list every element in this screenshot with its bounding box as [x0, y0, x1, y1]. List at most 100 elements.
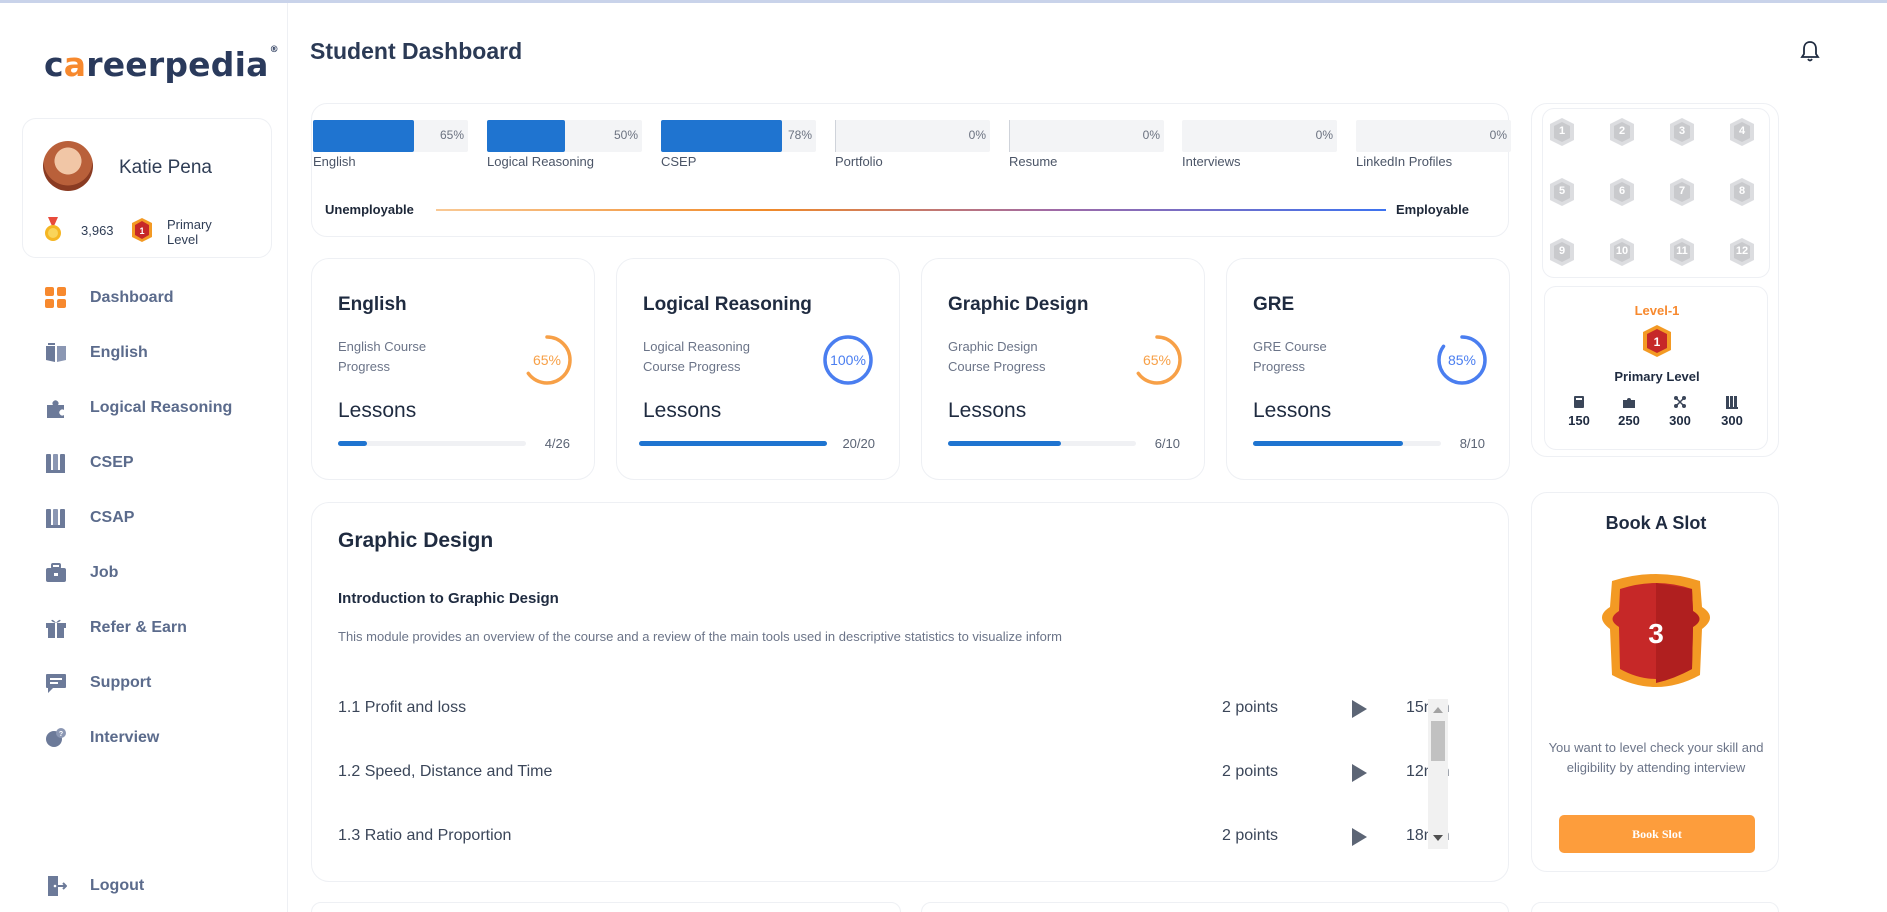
lessons-label: Lessons — [948, 399, 1027, 422]
play-icon[interactable] — [1350, 827, 1368, 847]
level-grid-badge[interactable]: 5 — [1547, 177, 1577, 207]
progress-label: Resume — [1009, 154, 1058, 169]
level-3-badge-icon: 3 — [1602, 574, 1710, 687]
lessons-progress-track — [338, 441, 526, 446]
course-title: GRE — [1253, 294, 1295, 315]
sidebar-item-interview[interactable]: ? Interview — [44, 723, 274, 753]
scroll-up-arrow[interactable] — [1433, 707, 1443, 713]
progress-track: 50% — [487, 120, 642, 152]
employability-progress-panel: 65% English 50% Logical Reasoning 78% CS… — [311, 103, 1511, 237]
level-grid-badge[interactable]: 12 — [1727, 237, 1757, 267]
book-slot-button[interactable]: Book Slot — [1559, 815, 1755, 853]
level-grid-badge[interactable]: 1 — [1547, 117, 1577, 147]
level-grid-badge[interactable]: 2 — [1607, 117, 1637, 147]
level-grid-badge[interactable]: 4 — [1727, 117, 1757, 147]
course-card-gre[interactable]: GRE GRE Course Progress 85% Lessons 8/10 — [1226, 258, 1510, 480]
level-badge-icon: 1 — [1643, 325, 1671, 357]
lessons-progress-fill — [338, 441, 367, 446]
level-grid-badge-number: 1 — [1558, 125, 1566, 137]
course-card-graphic-design[interactable]: Graphic Design Graphic Design Course Pro… — [921, 258, 1205, 480]
points-count: 3,963 — [81, 223, 114, 238]
progress-bar-interviews: 0% Interviews — [1182, 120, 1337, 169]
avatar[interactable] — [43, 141, 93, 191]
sidebar-item-refer-earn[interactable]: Refer & Earn — [44, 613, 274, 643]
books-icon — [44, 506, 68, 530]
progress-label: Portfolio — [835, 154, 883, 169]
svg-text:1: 1 — [1654, 335, 1661, 349]
sidebar-item-csap[interactable]: CSAP — [44, 503, 274, 533]
employable-label: Employable — [1396, 202, 1469, 217]
lessons-progress-track — [1253, 441, 1441, 446]
course-card-english[interactable]: English English Course Progress 65% Less… — [311, 258, 595, 480]
level-grid-badge-number: 3 — [1678, 125, 1686, 137]
sidebar-item-english[interactable]: English — [44, 338, 274, 368]
level-stat: 150 — [1557, 395, 1601, 428]
lesson-points: 2 points — [1222, 827, 1279, 844]
sidebar-item-logical-reasoning[interactable]: Logical Reasoning — [44, 393, 274, 423]
next-section-card — [311, 902, 901, 912]
lessons-progress-fill — [639, 441, 827, 446]
progress-fill — [487, 120, 565, 152]
module-subtitle: Introduction to Graphic Design — [338, 590, 559, 607]
level-stat-value: 300 — [1721, 413, 1743, 428]
level-stat-value: 300 — [1669, 413, 1691, 428]
progress-percent: 0% — [1315, 128, 1333, 142]
svg-text:85%: 85% — [1448, 352, 1476, 368]
level-grid-badge[interactable]: 11 — [1667, 237, 1697, 267]
progress-bar-resume: 0% Resume — [1009, 120, 1164, 169]
course-subtitle: GRE Course Progress — [1253, 339, 1327, 374]
level-grid-badge[interactable]: 10 — [1607, 237, 1637, 267]
lessons-count: 4/26 — [544, 436, 570, 451]
course-title: English — [338, 294, 407, 315]
notification-bell-icon[interactable] — [1800, 40, 1820, 62]
book-slot-card: Book A Slot 3 You want to level check yo… — [1531, 492, 1779, 872]
progress-label: Logical Reasoning — [487, 154, 594, 169]
level-stat: 250 — [1607, 395, 1651, 428]
play-icon[interactable] — [1350, 763, 1368, 783]
svg-text:3: 3 — [1648, 618, 1664, 649]
svg-text:1: 1 — [139, 226, 144, 236]
course-card-logical-reasoning[interactable]: Logical Reasoning Logical Reasoning Cour… — [616, 258, 900, 480]
scroll-thumb[interactable] — [1431, 721, 1445, 761]
level-stat-value: 250 — [1618, 413, 1640, 428]
levels-panel: 1 2 3 4 5 6 7 8 9 10 11 12 Level-1 1 Primary Level … — [1531, 103, 1779, 457]
lesson-row[interactable]: 1.2 Speed, Distance and Time 2 points 12… — [338, 761, 1468, 785]
course-progress-ring: 65% — [1132, 335, 1182, 385]
course-title: Graphic Design — [948, 294, 1089, 315]
lesson-row[interactable]: 1.1 Profit and loss 2 points 15min — [338, 697, 1468, 721]
logout-button[interactable]: Logout — [44, 871, 274, 901]
lesson-name: 1.2 Speed, Distance and Time — [338, 763, 553, 780]
level-grid-badge[interactable]: 6 — [1607, 177, 1637, 207]
sidebar-item-label: English — [90, 344, 148, 361]
module-title: Graphic Design — [338, 529, 494, 552]
medal-icon — [45, 217, 61, 241]
progress-fill — [313, 120, 414, 152]
book-slot-description: You want to level check your skill and e… — [1548, 740, 1764, 775]
sidebar-item-dashboard[interactable]: Dashboard — [44, 283, 274, 313]
progress-percent: 0% — [1489, 128, 1507, 142]
scroll-down-arrow[interactable] — [1433, 835, 1443, 841]
level-grid-badge-number: 2 — [1618, 125, 1626, 137]
level-grid-badge[interactable]: 7 — [1667, 177, 1697, 207]
sidebar-item-job[interactable]: Job — [44, 558, 274, 588]
lesson-row[interactable]: 1.3 Ratio and Proportion 2 points 18min — [338, 825, 1468, 849]
level-grid-badge[interactable]: 8 — [1727, 177, 1757, 207]
level-grid-badge[interactable]: 3 — [1667, 117, 1697, 147]
logout-icon — [44, 874, 68, 898]
level-grid-badge-number: 5 — [1558, 185, 1566, 197]
lesson-list-scrollbar[interactable] — [1428, 699, 1448, 849]
current-level-card: Level-1 1 Primary Level 150 250 300 300 — [1544, 286, 1768, 450]
level-badge-icon: 1 — [132, 218, 152, 242]
level-grid-badge[interactable]: 9 — [1547, 237, 1577, 267]
progress-bar-linkedin-profiles: 0% LinkedIn Profiles — [1356, 120, 1511, 169]
lesson-name: 1.1 Profit and loss — [338, 699, 467, 716]
sidebar-item-csep[interactable]: CSEP — [44, 448, 274, 478]
level-grid-badge-number: 10 — [1615, 245, 1629, 257]
next-section-card — [921, 902, 1509, 912]
play-icon[interactable] — [1350, 699, 1368, 719]
logo[interactable]: careerpedia® — [44, 45, 279, 84]
lessons-progress-fill — [1253, 441, 1404, 446]
sidebar-item-support[interactable]: Support — [44, 668, 274, 698]
progress-zero-marker — [1009, 120, 1010, 152]
svg-text:65%: 65% — [533, 352, 561, 368]
